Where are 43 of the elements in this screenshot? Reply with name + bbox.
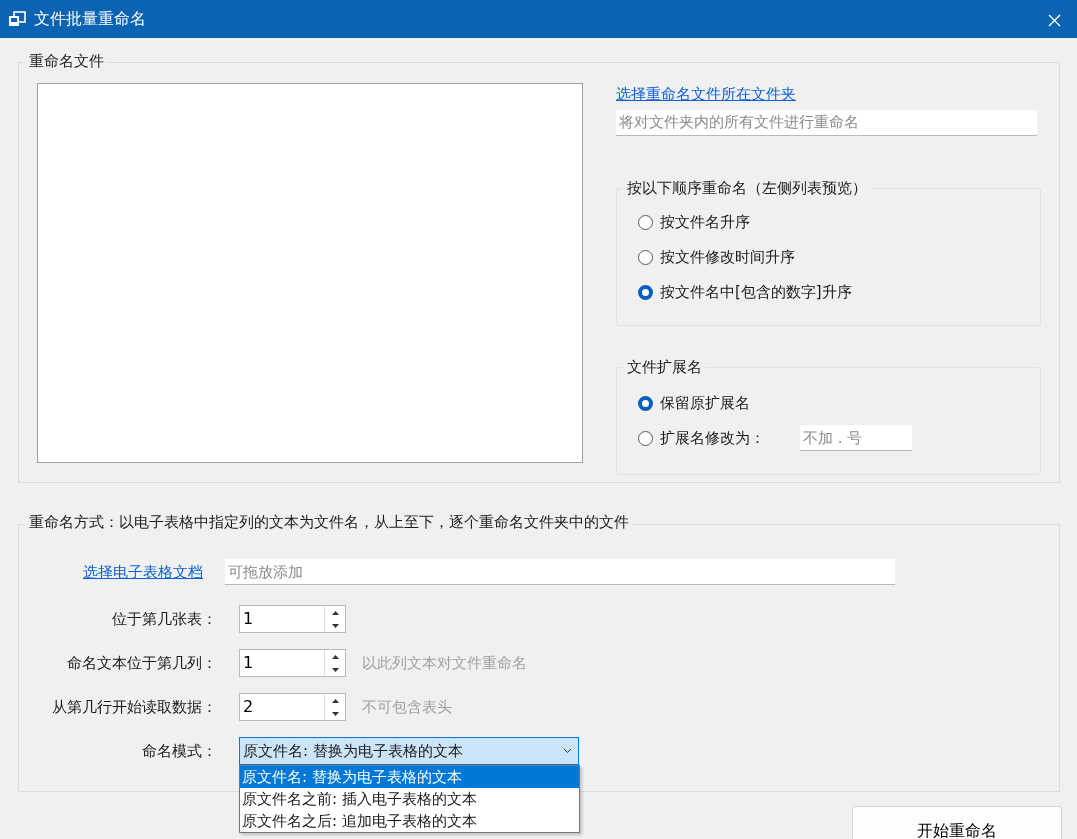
hint-text: 不可包含表头 (362, 696, 452, 718)
extension-field[interactable]: 不加 . 号 (800, 425, 912, 451)
radio-option[interactable]: 保留原扩展名 (617, 385, 756, 421)
field-label: 命名模式： (141, 740, 217, 762)
group-title: 文件扩展名 (623, 357, 706, 376)
field-label: 命名文本位于第几列： (66, 652, 217, 674)
radio-option[interactable]: 按文件名升序 (617, 204, 756, 240)
number-spinner[interactable]: 2 (239, 693, 346, 721)
folder-field[interactable]: 将对文件夹内的所有文件进行重命名 (616, 109, 1037, 136)
radio-option[interactable]: 按文件名中[包含的数字]升序 (617, 274, 858, 310)
radio-option[interactable]: 扩展名修改为： (617, 420, 771, 456)
down-arrow-icon[interactable] (331, 623, 339, 628)
radio-icon[interactable] (638, 395, 653, 411)
folder-link[interactable]: 选择重命名文件所在文件夹 (616, 83, 796, 106)
up-arrow-icon[interactable] (331, 654, 339, 659)
window-title: 文件批量重命名 (34, 8, 146, 30)
spreadsheet-field[interactable]: 可拖放添加 (225, 559, 895, 585)
windows-icon (8, 11, 26, 27)
up-arrow-icon[interactable] (331, 698, 339, 703)
chevron-down-icon (563, 748, 572, 754)
group-title: 按以下顺序重命名（左侧列表预览） (623, 178, 871, 197)
dropdown-option[interactable]: 原文件名: 替换为电子表格的文本 (240, 766, 579, 788)
up-arrow-icon[interactable] (331, 610, 339, 615)
radio-icon[interactable] (638, 284, 653, 300)
number-spinner[interactable]: 1 (239, 605, 346, 633)
down-arrow-icon[interactable] (331, 711, 339, 716)
group-title: 重命名文件 (25, 54, 108, 69)
dropdown-option[interactable]: 原文件名之后: 追加电子表格的文本 (240, 810, 579, 832)
group-title: 重命名方式：以电子表格中指定列的文本为文件名，从上至下，逐个重命名文件夹中的文件 (25, 515, 633, 530)
start-button[interactable]: 开始重命名 (852, 806, 1062, 839)
radio-icon[interactable] (638, 249, 653, 265)
field-label: 从第几行开始读取数据： (51, 696, 217, 718)
down-arrow-icon[interactable] (331, 667, 339, 672)
radio-icon[interactable] (638, 214, 653, 230)
close-icon (1047, 14, 1061, 27)
dropdown-option[interactable]: 原文件名之前: 插入电子表格的文本 (240, 788, 579, 810)
hint-text: 以此列文本对文件重命名 (362, 652, 527, 674)
field-label: 位于第几张表： (111, 608, 217, 630)
radio-icon[interactable] (638, 430, 653, 446)
mode-dropdown[interactable]: 原文件名: 替换为电子表格的文本 (239, 737, 579, 765)
spreadsheet-link[interactable]: 选择电子表格文档 (83, 560, 203, 584)
radio-option[interactable]: 按文件修改时间升序 (617, 239, 801, 275)
number-spinner[interactable]: 1 (239, 649, 346, 677)
